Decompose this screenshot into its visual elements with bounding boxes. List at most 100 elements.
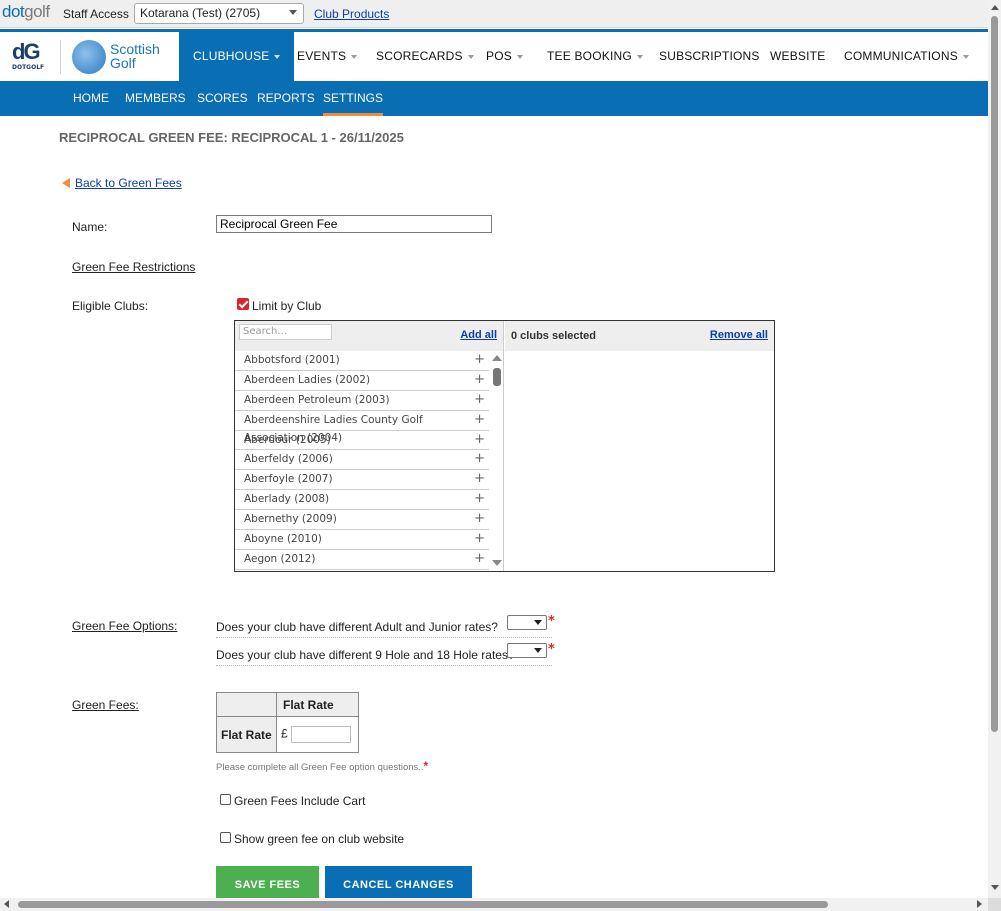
plus-icon[interactable]: + [474,530,485,548]
include-cart-label[interactable]: Green Fees Include Cart [234,794,365,808]
scroll-right-icon[interactable] [977,900,982,908]
nav-events[interactable]: EVENTS [297,32,358,81]
club-list-item[interactable]: Aberdeen Ladies (2002) + [235,371,489,391]
logo-dot-text: dot [2,2,25,21]
club-list-item[interactable]: Aberdeen Petroleum (2003) + [235,391,489,411]
nav-website[interactable]: WEBSITE [770,32,825,81]
back-to-green-fees-link[interactable]: Back to Green Fees [75,176,182,190]
sg-line2: Golf [110,55,136,71]
name-label: Name: [72,220,108,234]
scroll-down-icon[interactable] [991,885,999,890]
table-row: Flat Rate £ [216,716,359,753]
club-products-link[interactable]: Club Products [314,7,389,21]
scrollbar-corner [988,898,1001,911]
club-name: Aberdeen Ladies (2002) [244,373,371,386]
available-clubs-header: Search... Add all [235,321,503,351]
club-list-item[interactable]: Aegon (2012) + [235,550,489,570]
option-row-adult-junior: Does your club have different Adult and … [216,614,552,638]
plus-icon[interactable]: + [474,351,485,369]
nav-label: SCORECARDS [376,49,463,63]
club-name: Abernethy (2009) [244,513,337,526]
scroll-up-icon[interactable] [492,355,502,361]
club-list-scrollbar[interactable] [489,351,504,571]
club-list-item[interactable]: Aberdeenshire Ladies County Golf Associa… [235,411,489,444]
vertical-scroll-thumb[interactable] [991,16,998,732]
chevron-down-icon [289,10,297,15]
limit-by-club-checkbox[interactable] [237,298,249,310]
nav-communications[interactable]: COMMUNICATIONS [844,32,969,81]
nav-tee-booking[interactable]: TEE BOOKING [547,32,643,81]
show-on-website-label[interactable]: Show green fee on club website [234,832,404,846]
add-all-link[interactable]: Add all [460,329,497,341]
nav-clubhouse[interactable]: CLUBHOUSE [179,32,295,81]
scottish-golf-ball-icon [72,40,106,74]
required-mark: * [548,614,555,629]
plus-icon[interactable]: + [474,450,485,468]
flat-rate-fee-input[interactable] [290,726,351,743]
main-nav: dG DOTGOLF Scottish Golf CLUBHOUSE EVENT… [0,29,988,81]
nav-scorecards[interactable]: SCORECARDS [376,32,474,81]
club-list-item[interactable]: Aberfoyle (2007) + [235,470,489,491]
caret-down-icon [516,54,523,59]
scroll-thumb[interactable] [493,368,501,386]
plus-icon[interactable]: + [474,371,485,389]
nav-subscriptions[interactable]: SUBSCRIPTIONS [659,32,760,81]
dotgolf-brand-logo[interactable]: dG DOTGOLF [12,40,48,76]
limit-by-club-label[interactable]: Limit by Club [252,299,321,313]
plus-icon[interactable]: + [474,470,485,488]
club-list-item[interactable]: Aberlady (2008) + [235,490,489,511]
club-list-item[interactable]: Aberfeldy (2006) + [235,450,489,471]
show-on-website-checkbox[interactable] [220,832,231,843]
remove-all-link[interactable]: Remove all [710,329,768,341]
adult-junior-select[interactable] [507,615,547,630]
green-fees-label: Green Fees: [72,698,139,712]
club-list-item[interactable]: Aberdour (2005) + [235,431,489,451]
plus-icon[interactable]: + [474,510,485,528]
scottish-golf-logo[interactable]: Scottish Golf [110,42,160,70]
nav-label: CLUBHOUSE [193,49,270,63]
nav-label: POS [486,49,512,63]
fee-note-text: Please complete all Green Fee option que… [216,762,424,773]
fee-table: Flat Rate Flat Rate £ [216,692,359,753]
club-select[interactable]: Kotarana (Test) (2705) [134,3,304,24]
scroll-left-icon[interactable] [4,900,9,908]
horizontal-scroll-thumb[interactable] [18,901,828,908]
plus-icon[interactable]: + [474,431,485,449]
include-cart-checkbox[interactable] [220,794,231,805]
option-question: Does your club have different Adult and … [216,620,498,634]
green-fee-options-label: Green Fee Options: [72,619,178,633]
nine-eighteen-select[interactable] [507,643,547,658]
page-title: RECIPROCAL GREEN FEE: RECIPROCAL 1 - 26/… [59,130,404,145]
club-list-item[interactable]: Abernethy (2009) + [235,510,489,531]
plus-icon[interactable]: + [474,550,485,568]
plus-icon[interactable]: + [474,411,485,429]
subnav-reports[interactable]: REPORTS [257,81,315,116]
name-input[interactable]: Reciprocal Green Fee [216,215,492,233]
club-list-item[interactable]: Aboyne (2010) + [235,530,489,550]
cancel-changes-button[interactable]: CANCEL CHANGES [325,866,472,900]
fee-note: Please complete all Green Fee option que… [216,759,428,773]
club-picker: Search... Add all Abbotsford (2001) + Abe… [234,320,775,572]
club-search-input[interactable]: Search... [239,324,332,340]
nav-label: SUBSCRIPTIONS [659,49,760,63]
dotgolf-logo[interactable]: dotgolf [2,2,50,22]
brand-divider [60,40,61,74]
scroll-down-icon[interactable] [492,560,502,566]
plus-icon[interactable]: + [474,391,485,409]
subnav-settings[interactable]: SETTINGS [323,81,384,116]
plus-icon[interactable]: + [474,490,485,508]
subnav-scores[interactable]: SCORES [197,81,248,116]
caret-down-icon [636,54,643,59]
subnav-members[interactable]: MEMBERS [125,81,186,116]
page-vertical-scrollbar[interactable] [988,0,1001,898]
page-horizontal-scrollbar[interactable] [0,898,988,911]
scroll-up-icon[interactable] [991,5,999,10]
subnav-home[interactable]: HOME [73,81,109,116]
caret-down-icon [962,54,969,59]
club-list-item[interactable]: Abbotsford (2001) + [235,351,489,371]
available-clubs-panel: Search... Add all Abbotsford (2001) + Abe… [235,321,504,571]
save-fees-button[interactable]: SAVE FEES [216,866,319,900]
nav-pos[interactable]: POS [486,32,523,81]
fee-table-column-header: Flat Rate [276,692,359,717]
fee-table-header-row: Flat Rate [216,692,359,717]
